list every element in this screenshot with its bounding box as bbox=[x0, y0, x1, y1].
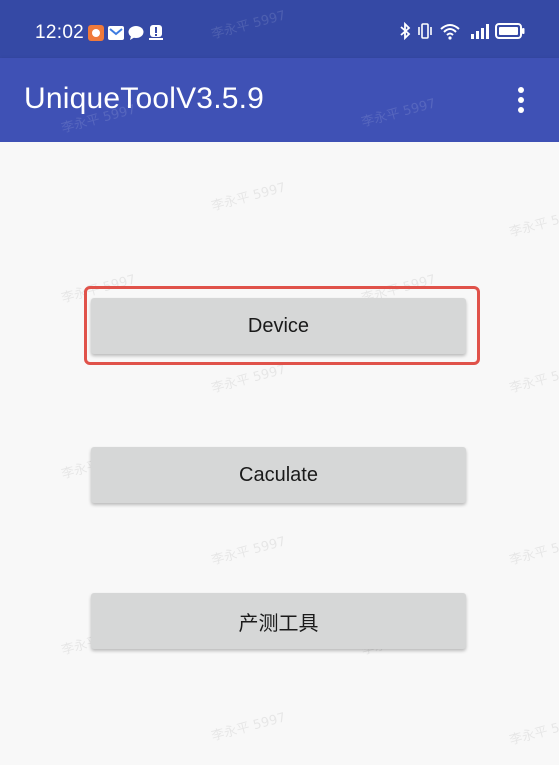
vibrate-icon bbox=[417, 22, 433, 43]
bluetooth-icon bbox=[399, 21, 411, 43]
watermark: 李永平 5997 bbox=[359, 96, 438, 131]
watermark: 李永平 5997 bbox=[507, 534, 559, 569]
watermark: 李永平 5997 bbox=[209, 362, 288, 397]
battery-icon bbox=[495, 23, 525, 42]
app-title: UniqueToolV3.5.9 bbox=[24, 82, 265, 115]
notification-icons bbox=[88, 25, 164, 41]
watermark: 李永平 5997 bbox=[209, 534, 288, 569]
production-test-tool-button[interactable]: 产测工具 bbox=[91, 593, 466, 649]
more-vert-icon[interactable] bbox=[501, 80, 541, 120]
app-notification-icon bbox=[88, 25, 104, 41]
main-content: 李永平 5997 李永平 5997 李永平 5997 李永平 5997 李永平 … bbox=[0, 142, 559, 765]
chat-bubble-icon bbox=[128, 25, 144, 41]
device-button[interactable]: Device bbox=[91, 298, 466, 354]
mail-icon bbox=[108, 25, 124, 41]
wifi-icon bbox=[439, 22, 461, 43]
app-bar: UniqueToolV3.5.9 李永平 5997 李永平 5997 bbox=[0, 58, 559, 142]
status-bar: 12:02 李永平 5997 bbox=[0, 0, 559, 58]
watermark: 李永平 5997 bbox=[209, 180, 288, 215]
status-time: 12:02 bbox=[35, 22, 85, 43]
watermark: 李永平 5997 bbox=[507, 362, 559, 397]
watermark: 李永平 5997 bbox=[507, 206, 559, 241]
watermark: 李永平 5997 bbox=[209, 8, 288, 43]
watermark: 李永平 5997 bbox=[209, 710, 288, 745]
caculate-button[interactable]: Caculate bbox=[91, 447, 466, 503]
watermark: 李永平 5997 bbox=[507, 714, 559, 749]
cellular-signal-icon bbox=[467, 22, 489, 43]
system-icons bbox=[399, 21, 525, 43]
alert-icon bbox=[148, 25, 164, 41]
